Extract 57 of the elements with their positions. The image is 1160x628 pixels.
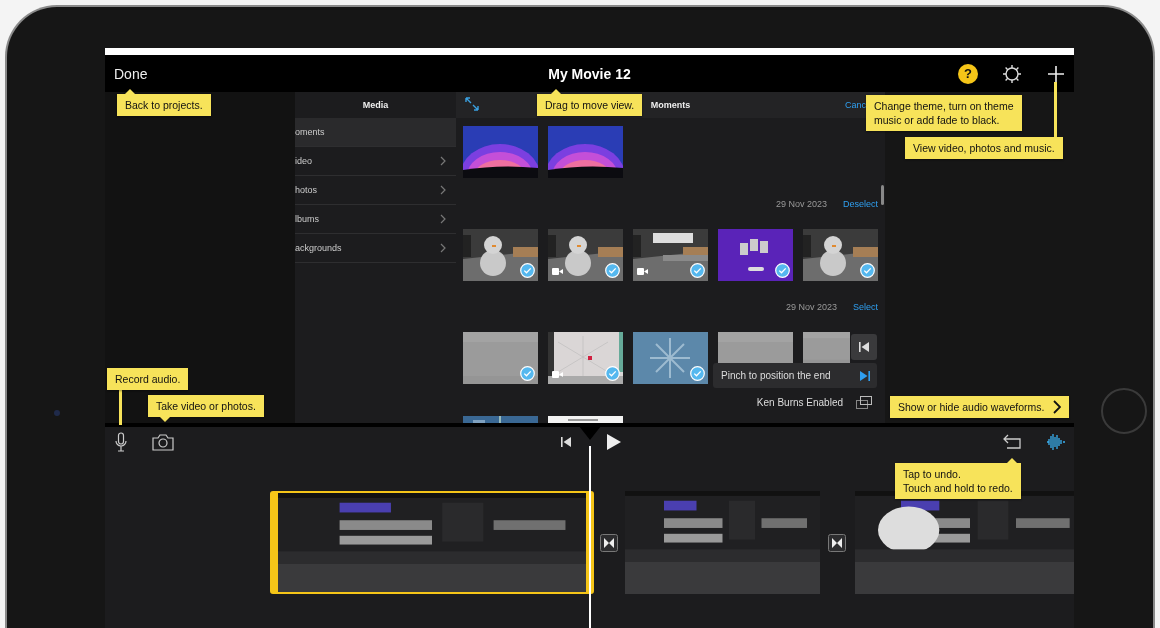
project-title: My Movie 12 — [548, 65, 631, 82]
select-link[interactable]: Select — [853, 301, 878, 312]
video-icon — [552, 371, 563, 378]
date-label: 29 Nov 2023 — [775, 198, 827, 209]
video-icon — [552, 268, 563, 275]
waveform-icon[interactable] — [1046, 433, 1066, 451]
tooltip-text: Drag to move view. — [545, 98, 635, 112]
tooltip-text: Tap to undo. Touch and hold to redo. — [903, 467, 1013, 495]
tooltip-text: Take video or photos. — [156, 399, 256, 413]
add-icon[interactable] — [1046, 63, 1066, 84]
checkmark-icon — [690, 366, 705, 381]
video-clip[interactable] — [625, 491, 820, 594]
done-button[interactable]: Done — [105, 65, 148, 82]
chevron-icon — [440, 156, 446, 166]
checkmark-icon — [520, 366, 535, 381]
video-clip[interactable] — [270, 491, 594, 594]
media-category[interactable]: oments — [295, 118, 456, 147]
checkmark-icon — [690, 263, 705, 278]
trim-hint-text: Pinch to position the end — [721, 370, 831, 381]
media-heading: Media — [361, 99, 390, 112]
date-label: 29 Nov 2023 — [785, 301, 837, 312]
tooltip-text: View video, photos and music. — [913, 141, 1055, 155]
ken-burns-label: Ken Burns Enabled — [756, 397, 843, 408]
trim-start-button[interactable] — [851, 334, 877, 360]
cancel-link[interactable]: Canc — [845, 100, 866, 110]
video-clip[interactable] — [855, 491, 1074, 594]
microphone-icon[interactable] — [115, 432, 127, 452]
transition-icon[interactable] — [600, 534, 618, 552]
checkmark-icon — [775, 263, 790, 278]
play-icon[interactable] — [606, 433, 622, 451]
skip-back-icon — [858, 341, 870, 353]
checkmark-icon — [605, 366, 620, 381]
transition-icon[interactable] — [828, 534, 846, 552]
tooltip-text: Show or hide audio waveforms. — [898, 400, 1045, 414]
scroll-indicator — [881, 185, 884, 205]
tooltip-text: Change theme, turn on theme music or add fade to black. — [874, 99, 1014, 127]
help-button[interactable]: ? — [958, 63, 978, 84]
browser-title: Moments — [650, 100, 691, 110]
settings-icon[interactable] — [1002, 63, 1022, 84]
chevron-icon — [440, 185, 446, 195]
skip-forward-icon[interactable] — [859, 369, 871, 382]
chevron-icon — [440, 214, 446, 224]
undo-icon[interactable] — [1003, 433, 1023, 449]
tooltip-text: Back to projects. — [125, 98, 203, 112]
chevron-icon — [440, 243, 446, 253]
checkmark-icon — [860, 263, 875, 278]
select-link[interactable]: Deselect — [843, 198, 878, 209]
chevron-icon[interactable] — [1052, 400, 1061, 414]
checkmark-icon — [605, 263, 620, 278]
playhead[interactable] — [579, 426, 601, 628]
expand-icon[interactable] — [465, 97, 479, 111]
skip-back-icon[interactable] — [560, 436, 572, 448]
tooltip-text: Record audio. — [115, 372, 181, 386]
video-icon — [637, 268, 648, 275]
checkmark-icon — [520, 263, 535, 278]
camera-dot — [54, 410, 60, 416]
camera-icon[interactable] — [152, 433, 174, 451]
